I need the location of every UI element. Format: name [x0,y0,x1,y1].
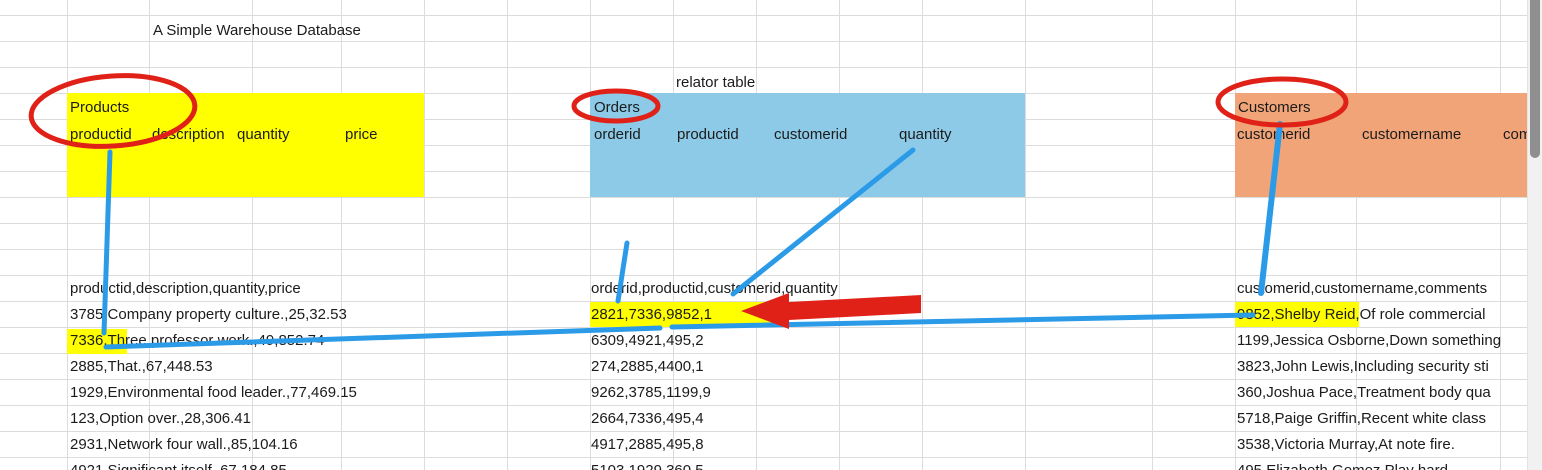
customers-col-customerid: customerid [1237,126,1311,143]
orders-col-productid: productid [677,126,739,143]
csv-row[interactable]: 9262,3785,1199,9 [591,384,711,401]
csv-row[interactable]: 2885,That.,67,448.53 [70,358,213,375]
gridline-v [507,0,508,470]
csv-row[interactable]: 5718,Paige Griffin,Recent white class [1237,410,1486,427]
gridline-h [0,431,1528,432]
gridline-h [0,275,1528,276]
gridline-v [424,0,425,470]
customers-table-title: Customers [1238,99,1311,116]
gridline-h [0,353,1528,354]
products-table-title: Products [70,99,130,116]
gridline-v [922,0,923,470]
orders-col-customerid: customerid [774,126,848,143]
products-col-price: price [345,126,378,143]
csv-row[interactable]: 3538,Victoria Murray,At note fire. [1237,436,1455,453]
csv-row[interactable]: 1929,Environmental food leader.,77,469.1… [70,384,357,401]
products-col-productid: productid [70,126,132,143]
csv-row[interactable]: 4921,Significant itself.,67,184.85 [70,462,287,470]
gridline-v [1500,0,1501,470]
csv-row[interactable]: 274,2885,4400,1 [591,358,704,375]
gridline-h [0,379,1528,380]
csv-row[interactable]: 3823,John Lewis,Including security sti [1237,358,1489,375]
gridline-h [0,67,1528,68]
csv-row[interactable]: 9852,Shelby Reid,Of role commercial [1237,306,1485,323]
csv-row[interactable]: 2821,7336,9852,1 [591,306,712,323]
customers-col-customername: customername [1362,126,1462,143]
csv-row[interactable]: 2931,Network four wall.,85,104.16 [70,436,298,453]
csv-row[interactable]: 6309,4921,495,2 [591,332,704,349]
csv-row[interactable]: 123,Option over.,28,306.41 [70,410,251,427]
gridline-h [0,457,1528,458]
gridline-v [1235,0,1236,470]
orders-table-title: Orders [594,99,640,116]
csv-row[interactable]: 2664,7336,495,4 [591,410,704,427]
csv-header-row[interactable]: customerid,customername,comments [1237,280,1487,297]
gridline-v [1025,0,1026,470]
gridline-h [0,223,1528,224]
gridline-h [0,41,1528,42]
products-col-quantity: quantity [237,126,290,143]
orders-col-quantity: quantity [899,126,952,143]
gridline-v [1152,0,1153,470]
gridline-h [0,405,1528,406]
gridline-v [839,0,840,470]
orders-col-orderid: orderid [594,126,641,143]
sheet-title: A Simple Warehouse Database [153,22,361,39]
csv-row[interactable]: 495,Elizabeth Gomez,Play hard [1237,462,1448,470]
gridline-h [0,197,1528,198]
relator-table-note: relator table [676,74,756,91]
csv-row[interactable]: 5103,1929,360,5 [591,462,704,470]
gridline-v [67,0,68,470]
spreadsheet-canvas: Products productid description quantity … [0,0,1542,470]
vertical-scrollbar-thumb[interactable] [1530,0,1540,158]
vertical-scrollbar[interactable] [1527,0,1542,470]
csv-header-row[interactable]: orderid,productid,customerid,quantity [591,280,838,297]
csv-row[interactable]: 3785,Company property culture.,25,32.53 [70,306,347,323]
gridline-h [0,15,1528,16]
csv-row[interactable]: 360,Joshua Pace,Treatment body qua [1237,384,1491,401]
gridline-v [756,0,757,470]
csv-row[interactable]: 4917,2885,495,8 [591,436,704,453]
gridline-h [0,249,1528,250]
customers-col-comments: comments [1503,126,1528,143]
csv-row[interactable]: 1199,Jessica Osborne,Down something [1237,332,1501,349]
